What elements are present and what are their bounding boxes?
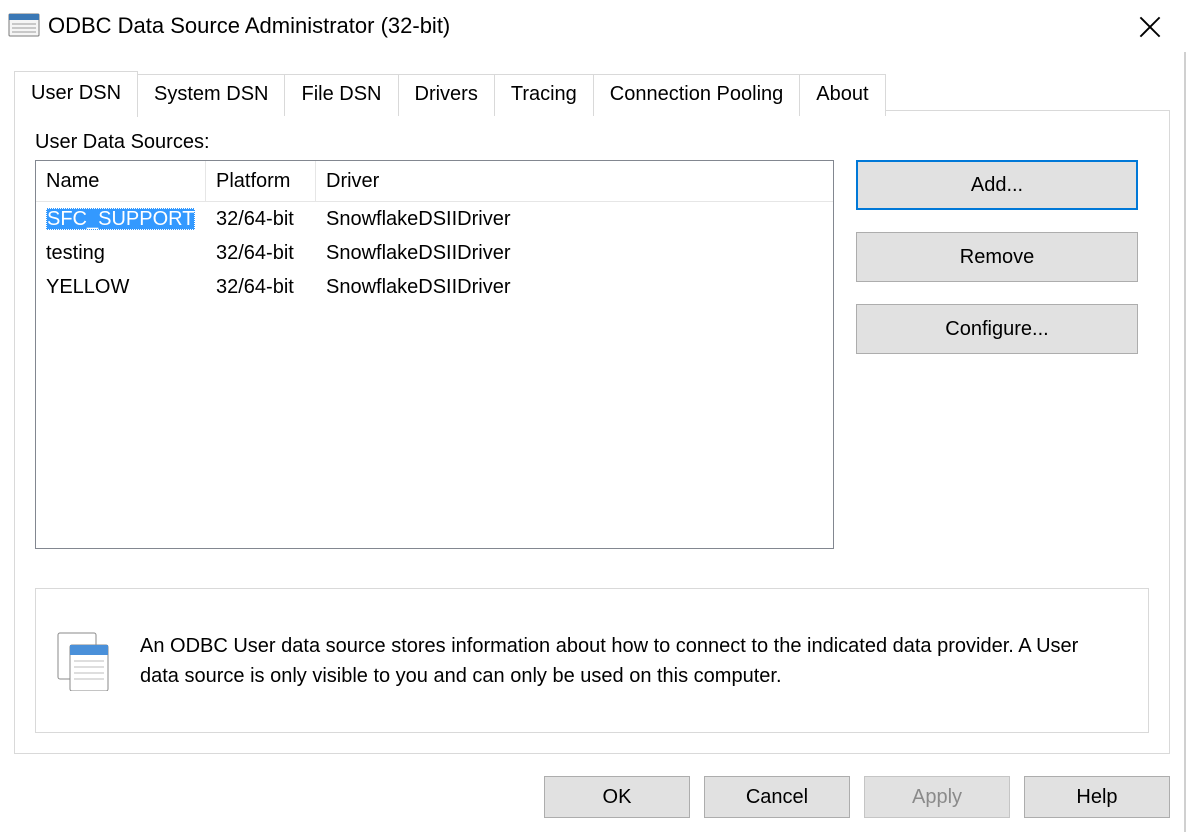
list-header: Name Platform Driver	[36, 161, 833, 202]
tab-tracing[interactable]: Tracing	[494, 74, 594, 116]
ok-button[interactable]: OK	[544, 776, 690, 818]
add-button[interactable]: Add...	[856, 160, 1138, 210]
table-row[interactable]: SFC_SUPPORT 32/64-bit SnowflakeDSIIDrive…	[36, 202, 833, 236]
tab-user-dsn[interactable]: User DSN	[14, 71, 138, 117]
table-row[interactable]: testing 32/64-bit SnowflakeDSIIDriver	[36, 236, 833, 270]
close-icon	[1139, 16, 1161, 38]
cell-platform: 32/64-bit	[206, 208, 316, 231]
column-header-name[interactable]: Name	[36, 161, 206, 201]
bottom-buttons: OK Cancel Apply Help	[530, 776, 1170, 818]
tab-panel-user-dsn: User Data Sources: Name Platform Driver …	[14, 110, 1170, 754]
window-title: ODBC Data Source Administrator (32-bit)	[48, 13, 450, 39]
cell-platform: 32/64-bit	[206, 276, 316, 299]
tab-connection-pooling[interactable]: Connection Pooling	[593, 74, 800, 116]
tab-about[interactable]: About	[799, 74, 885, 116]
cell-name: testing	[36, 242, 206, 265]
section-label: User Data Sources:	[35, 131, 1149, 154]
info-box: An ODBC User data source stores informat…	[35, 588, 1149, 733]
datasource-icon	[56, 631, 116, 691]
remove-button[interactable]: Remove	[856, 232, 1138, 282]
list-rows: SFC_SUPPORT 32/64-bit SnowflakeDSIIDrive…	[36, 202, 833, 304]
close-button[interactable]	[1126, 6, 1174, 48]
configure-button[interactable]: Configure...	[856, 304, 1138, 354]
title-bar: ODBC Data Source Administrator (32-bit)	[0, 0, 1188, 52]
side-buttons: Add... Remove Configure...	[856, 160, 1138, 376]
tabs: User DSN System DSN File DSN Drivers Tra…	[14, 70, 885, 116]
data-sources-list[interactable]: Name Platform Driver SFC_SUPPORT 32/64-b…	[35, 160, 834, 549]
info-text: An ODBC User data source stores informat…	[140, 631, 1120, 691]
tab-drivers[interactable]: Drivers	[398, 74, 495, 116]
tab-file-dsn[interactable]: File DSN	[284, 74, 398, 116]
apply-button: Apply	[864, 776, 1010, 818]
column-header-driver[interactable]: Driver	[316, 161, 833, 201]
cell-driver: SnowflakeDSIIDriver	[316, 276, 833, 299]
cell-name: SFC_SUPPORT	[36, 208, 206, 231]
table-row[interactable]: YELLOW 32/64-bit SnowflakeDSIIDriver	[36, 270, 833, 304]
tab-system-dsn[interactable]: System DSN	[137, 74, 285, 116]
cancel-button[interactable]: Cancel	[704, 776, 850, 818]
column-header-platform[interactable]: Platform	[206, 161, 316, 201]
help-button[interactable]: Help	[1024, 776, 1170, 818]
app-icon	[8, 10, 40, 42]
cell-driver: SnowflakeDSIIDriver	[316, 208, 833, 231]
cell-driver: SnowflakeDSIIDriver	[316, 242, 833, 265]
cell-name: YELLOW	[36, 276, 206, 299]
cell-platform: 32/64-bit	[206, 242, 316, 265]
dialog-body: User DSN System DSN File DSN Drivers Tra…	[0, 52, 1186, 832]
